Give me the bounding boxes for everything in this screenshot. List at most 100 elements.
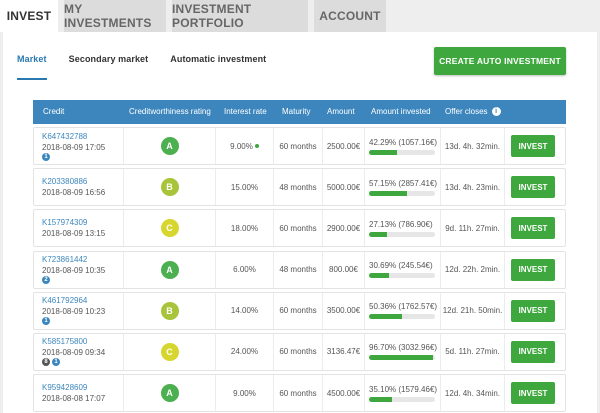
amount-cell: 4500.00€ (323, 375, 365, 412)
credit-id-link[interactable]: K461792964 (42, 296, 87, 305)
credit-id-link[interactable]: K959428609 (42, 383, 87, 392)
loan-badge: 1 (42, 152, 50, 161)
tab-invest[interactable]: Invest (0, 0, 58, 32)
amount-cell: 3136.47€ (323, 333, 365, 370)
rating-badge: B (160, 178, 179, 197)
rating-badge: A (160, 260, 179, 279)
maturity-cell: 60 months (274, 333, 323, 370)
interest-rate: 15.00% (230, 182, 259, 192)
rate-cell: 24.00% (216, 333, 274, 370)
amount-invested-cell: 96.70% (3032.96€) (365, 333, 441, 370)
subtab-market[interactable]: Market (17, 54, 47, 80)
amount: 800.00€ (329, 265, 358, 275)
invest-button[interactable]: Invest (511, 135, 555, 157)
col-credit: Credit (43, 107, 65, 116)
amount-cell: 2500.00€ (323, 128, 365, 164)
amount-invested-cell: 35.10% (1579.46€) (365, 375, 441, 412)
amount: 4500.00€ (326, 388, 361, 398)
create-auto-investment-button[interactable]: Create auto investment (434, 47, 566, 75)
amount: 2900.00€ (326, 223, 361, 233)
invest-button[interactable]: Invest (511, 340, 555, 363)
status-dot (254, 144, 259, 148)
maturity-cell: 48 months (274, 251, 323, 288)
amount-invested-cell: 57.15% (2857.41€) (365, 169, 441, 206)
invest-button[interactable]: Invest (511, 176, 555, 199)
rating-badge: C (160, 342, 179, 361)
invest-button[interactable]: Invest (511, 299, 555, 322)
table-row: K959428609 2018-08-08 17:07 A 9.00% 60 m… (33, 374, 566, 413)
progress-bar (369, 355, 435, 361)
maturity-cell: 60 months (274, 375, 323, 412)
credit-date: 2018-08-09 17:05 (42, 142, 106, 152)
rating-cell: A (124, 251, 216, 288)
amount-cell: 5000.00€ (323, 169, 365, 206)
rate-cell: 14.00% (216, 292, 274, 329)
table-row: K157974309 2018-08-09 13:15 C 18.00% 60 … (33, 209, 566, 248)
credit-cell: K585175800 2018-08-09 09:34 81 (34, 333, 124, 370)
rating-cell: A (124, 375, 216, 412)
offer-closes-cell: 12d. 22h. 2min. (441, 251, 505, 288)
credit-date: 2018-08-09 10:35 (42, 266, 106, 276)
maturity-cell: 60 months (274, 292, 323, 329)
credit-cell: K647432788 2018-08-09 17:05 1 (34, 128, 124, 164)
maturity: 60 months (279, 347, 317, 357)
maturity-cell: 60 months (274, 210, 323, 247)
col-rating: Creditworthiness rating (129, 107, 211, 116)
tab-my-investments[interactable]: My investments (64, 0, 166, 32)
interest-rate: 14.00% (230, 306, 259, 316)
credit-date: 2018-08-09 09:34 (42, 348, 106, 358)
amount-invested-cell: 42.29% (1057.16€) (365, 128, 441, 164)
subtab-automatic-investment[interactable]: Automatic investment (170, 54, 266, 80)
interest-rate: 9.00% (233, 388, 256, 398)
credit-id-link[interactable]: K203380886 (42, 177, 87, 186)
amount-invested: 27.13% (786.90€) (369, 219, 433, 229)
rating-badge: C (160, 219, 179, 238)
amount-invested: 30.69% (245.54€) (369, 261, 433, 271)
invest-cell: Invest (511, 252, 555, 288)
rating-badge: A (160, 137, 179, 155)
maturity: 48 months (279, 182, 317, 192)
table-row: K647432788 2018-08-09 17:05 1 A 9.00% 60… (33, 127, 566, 165)
offer-closes-cell: 12d. 4h. 34min. (441, 375, 505, 412)
col-maturity: Maturity (282, 107, 311, 116)
invest-cell: Invest (511, 210, 555, 246)
invest-button[interactable]: Invest (511, 382, 555, 405)
invest-button[interactable]: Invest (511, 258, 555, 281)
rate-cell: 9.00% (216, 128, 274, 164)
credit-id-link[interactable]: K723861442 (42, 255, 87, 264)
progress-bar (369, 190, 435, 196)
credit-id-link[interactable]: K157974309 (42, 218, 87, 227)
subtab-secondary-market[interactable]: Secondary market (69, 54, 149, 80)
offer-closes: 12d. 22h. 2min. (444, 265, 501, 275)
amount-invested-cell: 30.69% (245.54€) (365, 251, 441, 288)
credit-cell: K203380886 2018-08-09 16:56 (34, 169, 124, 206)
tab-account[interactable]: Account (314, 0, 386, 32)
credit-date: 2018-08-08 17:07 (42, 394, 106, 404)
credit-cell: K723861442 2018-08-09 10:35 2 (34, 251, 124, 288)
tab-investment-portfolio[interactable]: Investment portfolio (172, 0, 308, 32)
offer-closes-cell: 12d. 21h. 50min. (441, 292, 505, 329)
amount-cell: 3500.00€ (323, 292, 365, 329)
col-amount-invested: Amount invested (371, 107, 431, 116)
amount-invested: 57.15% (2857.41€) (369, 178, 438, 188)
progress-bar (369, 314, 435, 320)
amount-invested: 42.29% (1057.16€) (369, 137, 438, 147)
invest-cell: Invest (511, 293, 555, 329)
credit-cell: K959428609 2018-08-08 17:07 (34, 375, 124, 412)
badge-line: 1 (42, 152, 52, 161)
invest-button[interactable]: Invest (511, 217, 555, 240)
credit-id-link[interactable]: K647432788 (42, 132, 87, 141)
interest-rate: 24.00% (230, 347, 259, 357)
col-interest-rate: Interest rate (224, 107, 267, 116)
rating-cell: C (124, 210, 216, 247)
progress-bar (369, 149, 435, 155)
interest-rate: 18.00% (230, 223, 259, 233)
progress-bar (369, 231, 435, 237)
amount-cell: 800.00€ (323, 251, 365, 288)
loan-badge: 8 (42, 358, 50, 367)
info-icon[interactable]: i (491, 107, 501, 117)
maturity: 48 months (279, 265, 317, 275)
credit-id-link[interactable]: K585175800 (42, 337, 87, 346)
offer-closes: 12d. 4h. 34min. (444, 388, 501, 398)
rate-cell: 9.00% (216, 375, 274, 412)
